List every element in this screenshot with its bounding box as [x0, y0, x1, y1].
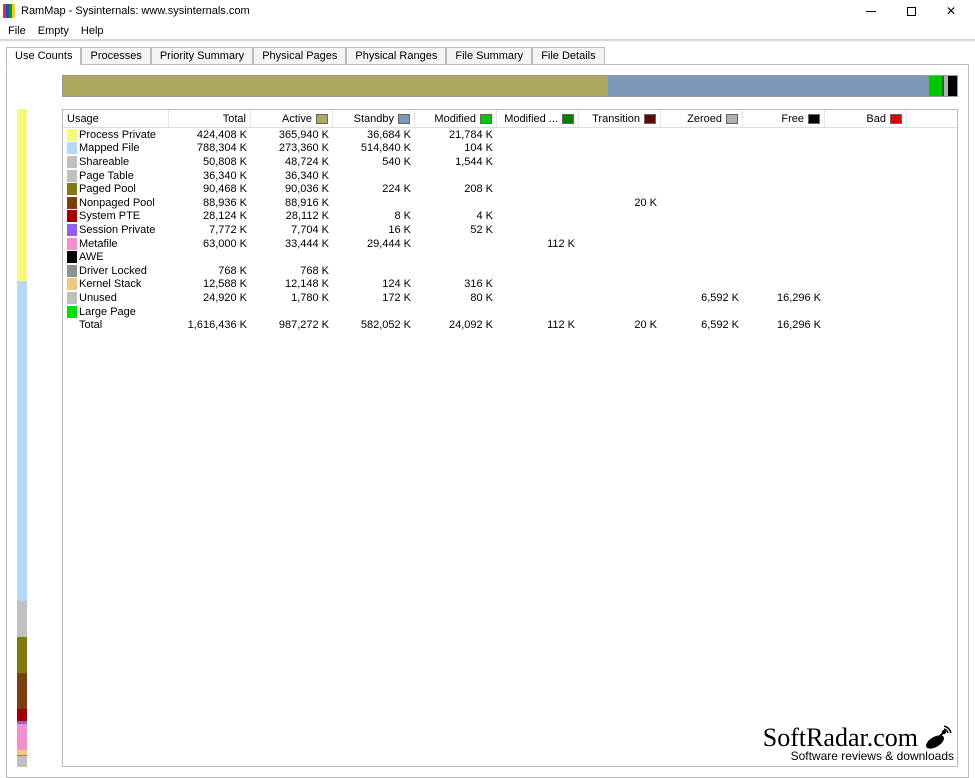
close-button[interactable]: ✕	[931, 1, 971, 21]
column-header[interactable]: Modified ...	[497, 110, 579, 127]
table-row[interactable]: Mapped File788,304 K273,360 K514,840 K10…	[63, 142, 957, 156]
tab-physical-pages[interactable]: Physical Pages	[253, 47, 346, 65]
table-row[interactable]: Nonpaged Pool88,936 K88,916 K20 K	[63, 196, 957, 210]
tab-file-summary[interactable]: File Summary	[446, 47, 532, 65]
table-row[interactable]: Shareable50,808 K48,724 K540 K1,544 K	[63, 155, 957, 169]
minimize-button[interactable]	[851, 1, 891, 21]
tab-use-counts[interactable]: Use Counts	[6, 47, 81, 65]
menu-empty[interactable]: Empty	[32, 24, 75, 38]
title-bar: RamMap - Sysinternals: www.sysinternals.…	[0, 0, 975, 22]
app-icon	[3, 4, 17, 18]
window-title: RamMap - Sysinternals: www.sysinternals.…	[21, 5, 250, 17]
column-header[interactable]: Free	[743, 110, 825, 127]
table-row[interactable]: Driver Locked768 K768 K	[63, 264, 957, 278]
column-header[interactable]: Transition	[579, 110, 661, 127]
tab-strip: Use CountsProcessesPriority SummaryPhysi…	[6, 46, 975, 64]
usage-table: UsageTotalActiveStandbyModifiedModified …	[62, 109, 958, 767]
column-header[interactable]: Modified	[415, 110, 497, 127]
table-row[interactable]: Unused24,920 K1,780 K172 K80 K6,592 K16,…	[63, 291, 957, 305]
table-row[interactable]: Metafile63,000 K33,444 K29,444 K112 K	[63, 237, 957, 251]
tab-file-details[interactable]: File Details	[532, 47, 604, 65]
table-row[interactable]: AWE	[63, 250, 957, 264]
menu-file[interactable]: File	[2, 24, 32, 38]
table-row[interactable]: Process Private424,408 K365,940 K36,684 …	[63, 128, 957, 142]
column-header[interactable]: Total	[169, 110, 251, 127]
column-header[interactable]: Usage	[63, 110, 169, 127]
table-row[interactable]: Total1,616,436 K987,272 K582,052 K24,092…	[63, 318, 957, 332]
horizontal-usage-bar	[62, 75, 958, 97]
table-row[interactable]: Paged Pool90,468 K90,036 K224 K208 K	[63, 182, 957, 196]
table-row[interactable]: System PTE28,124 K28,112 K8 K4 K	[63, 210, 957, 224]
content-panel: UsageTotalActiveStandbyModifiedModified …	[6, 64, 969, 778]
tab-processes[interactable]: Processes	[81, 47, 150, 65]
tab-physical-ranges[interactable]: Physical Ranges	[346, 47, 446, 65]
tab-priority-summary[interactable]: Priority Summary	[151, 47, 253, 65]
table-row[interactable]: Page Table36,340 K36,340 K	[63, 169, 957, 183]
table-row[interactable]: Kernel Stack12,588 K12,148 K124 K316 K	[63, 278, 957, 292]
vertical-usage-bar	[17, 109, 27, 767]
column-header[interactable]: Bad	[825, 110, 907, 127]
column-header[interactable]: Zeroed	[661, 110, 743, 127]
menu-bar: FileEmptyHelp	[0, 22, 975, 40]
menu-help[interactable]: Help	[75, 24, 110, 38]
table-row[interactable]: Session Private7,772 K7,704 K16 K52 K	[63, 223, 957, 237]
table-row[interactable]: Large Page	[63, 305, 957, 319]
table-header: UsageTotalActiveStandbyModifiedModified …	[63, 110, 957, 128]
column-header[interactable]: Active	[251, 110, 333, 127]
maximize-button[interactable]	[891, 1, 931, 21]
column-header[interactable]: Standby	[333, 110, 415, 127]
table-body: Process Private424,408 K365,940 K36,684 …	[63, 128, 957, 332]
